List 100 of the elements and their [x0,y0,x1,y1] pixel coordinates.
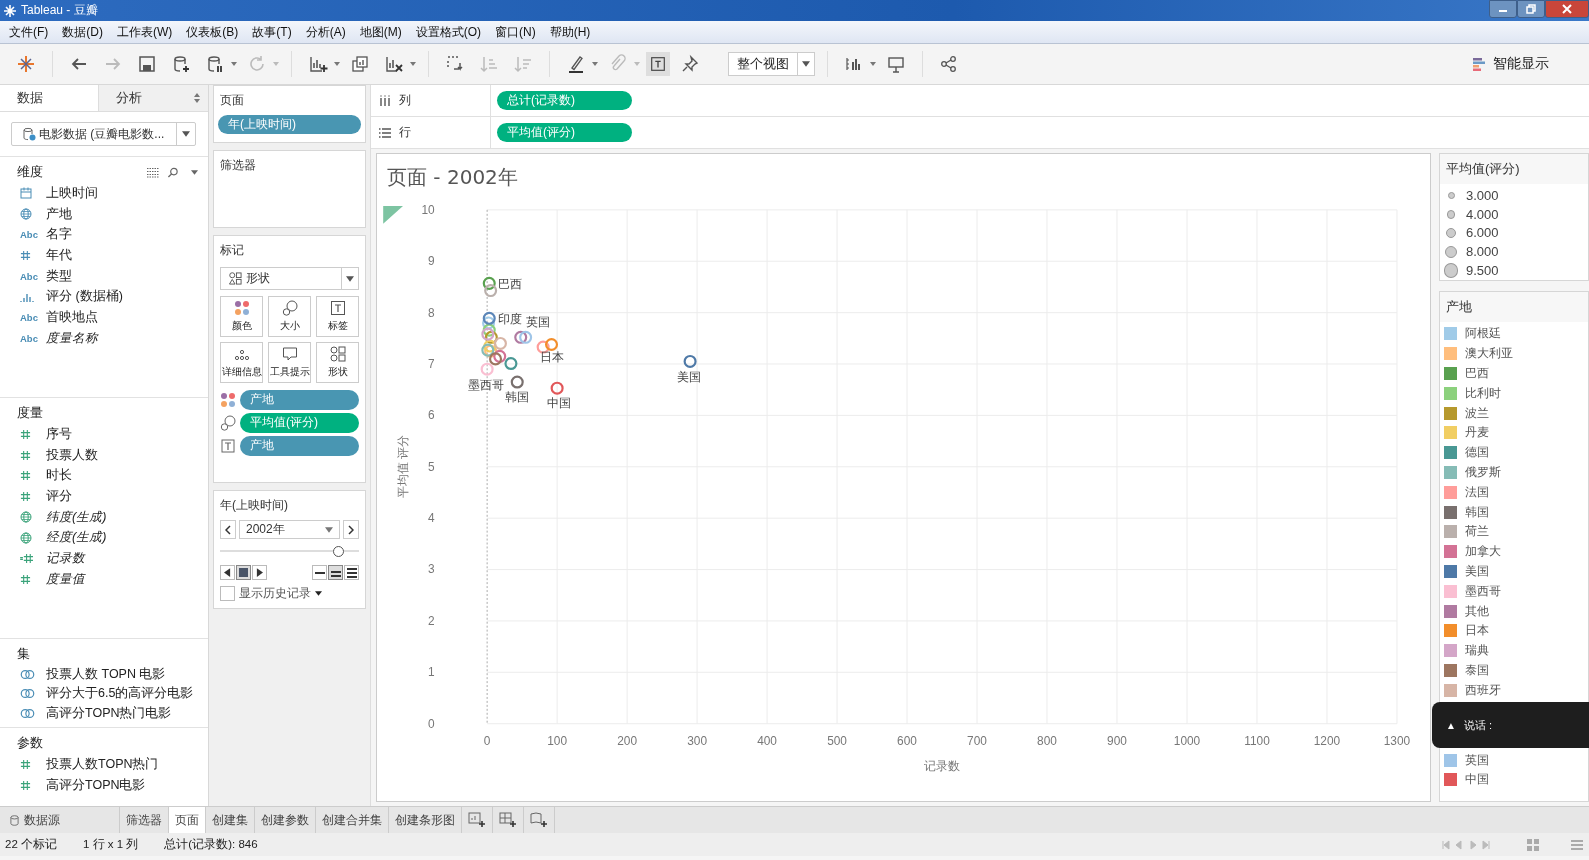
duplicate-chart-icon[interactable] [350,54,370,74]
search-icon[interactable] [167,166,179,178]
caret-icon[interactable] [315,591,322,596]
menu-item[interactable]: 窗口(N) [488,23,543,41]
save-icon[interactable] [137,54,157,74]
field-item[interactable]: 度量值 [0,568,208,590]
data-point[interactable] [504,356,518,371]
mark-property-button[interactable]: 形状 [316,342,359,383]
previous-button[interactable] [220,520,236,539]
list-view-icon[interactable] [147,166,159,178]
menu-item[interactable]: 文件(F) [2,23,56,41]
field-item[interactable]: 序号 [0,424,208,445]
field-item[interactable]: Abc 度量名称 [0,327,208,349]
database-pause-icon[interactable] [205,54,225,74]
minimize-button[interactable] [1489,0,1517,18]
grid-plus-icon [499,812,517,828]
field-item[interactable]: 年代 [0,245,208,266]
data-point[interactable] [510,375,524,389]
pin-icon[interactable] [680,54,700,74]
field-item[interactable]: 评分 (数据桶) [0,286,208,308]
field-item[interactable]: 经度(生成) [0,527,208,549]
mark-property-button[interactable]: 标签 [316,296,359,337]
mark-labels-button[interactable] [646,52,670,76]
field-item[interactable]: 评分 [0,486,208,507]
checkbox-label[interactable]: 显示历史记录 [239,585,311,602]
menu-item[interactable]: 故事(T) [245,23,299,41]
data-point[interactable] [489,352,503,366]
menu-item[interactable]: 地图(M) [352,23,409,41]
data-label: 日本 [539,350,564,365]
data-point[interactable] [482,316,496,330]
fit-dropdown[interactable]: 整个视图 [728,52,815,76]
field-item[interactable]: 记录数 [0,548,208,569]
data-point[interactable] [514,330,528,344]
mark-property-button[interactable]: 详细信息 [220,342,263,383]
pane-tab[interactable]: 分析 [99,85,198,111]
page-dropdown[interactable]: 2002年 [239,520,340,539]
three-bars-icon [346,567,357,578]
mark-type-dropdown[interactable]: 形状 [220,267,359,290]
speed-medium-button[interactable] [328,565,343,580]
play-back-button[interactable] [220,565,235,580]
speed-fast-button[interactable] [344,565,359,580]
axis-tick-label: 0 [428,716,435,731]
field-item[interactable]: 高评分TOPN电影 [0,774,208,796]
database-plus-icon[interactable] [171,54,191,74]
clear-chart-icon[interactable] [384,54,404,74]
data-point[interactable] [550,381,564,395]
field-item[interactable]: 投票人数 TOPN 电影 [0,665,208,685]
pen-icon[interactable] [566,54,586,74]
play-forward-button[interactable] [252,565,267,580]
chart-plus-icon[interactable] [308,54,328,74]
sort-toggle-icon[interactable] [194,93,200,103]
swap-axes-icon[interactable] [445,54,465,74]
menu-item[interactable]: 分析(A) [298,23,353,41]
data-point[interactable] [482,276,496,290]
field-item[interactable]: 投票人数 [0,444,208,466]
data-point[interactable] [519,330,533,344]
restore-button[interactable] [1517,0,1545,18]
axis-tick-label: 3 [428,562,435,577]
close-button[interactable] [1545,0,1589,18]
data-point[interactable] [482,323,496,337]
mark-property-button[interactable]: 颜色 [220,296,263,337]
data-point[interactable] [545,337,559,352]
menu-item[interactable]: 数据(D) [55,23,110,41]
speed-slow-button[interactable] [312,565,327,580]
data-point[interactable] [482,311,496,325]
logo-icon[interactable] [16,54,36,74]
hash-icon [20,490,31,502]
field-item[interactable]: 高评分TOPN热门电影 [0,703,208,723]
hash-icon [20,470,31,482]
axis-tick-label: 900 [1107,734,1127,749]
field-item[interactable]: 产地 [0,203,208,225]
pane-tab[interactable]: 数据 [0,85,99,111]
stop-button[interactable] [236,565,251,580]
page-slider[interactable] [220,545,359,557]
share-icon[interactable] [939,54,959,74]
presentation-icon[interactable] [886,54,906,74]
data-point[interactable] [484,284,498,298]
next-button[interactable] [343,520,359,539]
field-item[interactable]: 投票人数TOPN热门 [0,754,208,775]
field-item[interactable]: Abc 类型 [0,265,208,287]
data-point[interactable] [493,349,507,363]
menu-item[interactable]: 工作表(W) [110,23,180,41]
field-item[interactable]: Abc 名字 [0,224,208,246]
menu-item[interactable]: 设置格式(O) [408,23,488,41]
field-item[interactable]: Abc 首映地点 [0,307,208,328]
data-point[interactable] [493,336,507,350]
field-item[interactable]: 时长 [0,465,208,487]
datasource-dropdown[interactable]: 电影数据 (豆瓣电影数... [11,122,196,146]
show-me-button[interactable]: 智能显示 [1469,53,1553,75]
field-item[interactable]: 上映时间 [0,183,208,204]
mark-property-button[interactable]: 工具提示 [268,342,311,383]
slider-thumb[interactable] [333,546,345,557]
field-item[interactable]: 纬度(生成) [0,506,208,528]
menu-item[interactable]: 帮助(H) [542,23,598,41]
history-checkbox[interactable] [220,586,235,601]
mark-property-button[interactable]: 大小 [268,296,311,337]
sheet-tab[interactable]: 页面 [169,807,206,833]
field-item[interactable]: 评分大于6.5的高评分电影 [0,684,208,704]
menu-item[interactable]: 仪表板(B) [179,23,246,41]
data-point[interactable] [683,354,697,368]
